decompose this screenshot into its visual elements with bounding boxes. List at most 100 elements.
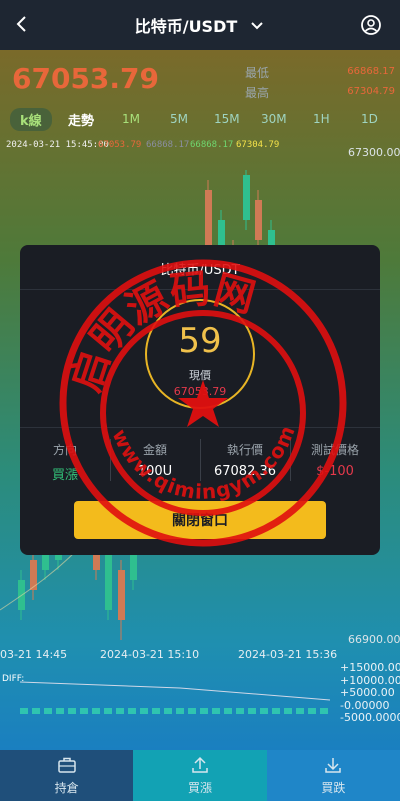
diff-bar [116,708,124,714]
low-value: 66868.17 [347,66,395,77]
interval-30m[interactable]: 30M [261,112,287,126]
macd-panel: DIFF: +15000.00 +10000.00 +5000.00 -0.00… [0,661,400,750]
bottom-nav: 持倉 買漲 買跌 [0,750,400,801]
info-high: 67304.79 [236,140,280,150]
diff-bar [68,708,76,714]
candle-body [255,200,262,240]
diff-bar [104,708,112,714]
candle-body [205,190,212,250]
interval-1h[interactable]: 1H [313,112,330,126]
direction-col: 方向 買漲 [20,441,110,483]
diff-bar [284,708,292,714]
diff-bar [20,708,28,714]
current-price-label: 現價 [189,369,211,382]
nav-positions[interactable]: 持倉 [0,750,134,801]
pair-selector[interactable]: 比特币/USDT [135,13,266,37]
divider [20,427,380,428]
diff-bar [320,708,328,714]
high-label: 最高 [245,86,270,100]
countdown-ring: 59 現價 67053.79 [145,299,255,409]
back-arrow-icon[interactable] [10,12,34,36]
nav-positions-label: 持倉 [54,781,79,795]
x-axis-label-2: 2024-03-21 15:10 [100,648,200,661]
amount-label: 金額 [142,443,167,457]
low-label: 最低 [245,66,270,80]
diff-bar [32,708,40,714]
chart-tabs: k線 走勢 1M 5M 15M 30M 1H 1D [0,106,400,136]
exec-price-col: 執行價 67082.36 [200,441,290,479]
y-axis-top-label: 67300.00 [348,146,400,159]
info-datetime: 2024-03-21 15:45:00 [6,140,109,150]
pair-title: 比特币/USDT [134,17,238,36]
download-icon [325,758,342,773]
diff-bar [44,708,52,714]
info-open: 67053.79 [98,140,142,150]
nav-buy-down[interactable]: 買跌 [266,750,400,801]
x-axis-label-1: 03-21 14:45 [0,648,68,661]
diff-bar [176,708,184,714]
order-result-modal: 比特币/USDT 59 現價 67053.79 方向 買漲 金額 100U 執行… [20,245,380,555]
x-axis-label-3: 2024-03-21 15:36 [238,648,338,661]
diff-bar [152,708,160,714]
diff-bar [248,708,256,714]
amount-value: 100U [137,464,173,479]
nav-buy-down-label: 買跌 [321,781,346,795]
exec-price-label: 執行價 [226,443,263,457]
nav-buy-up-label: 買漲 [187,781,212,795]
diff-bar [272,708,280,714]
divider [20,289,380,290]
diff-bar [92,708,100,714]
test-price-label: 測試價格 [310,443,359,457]
diff-axis-label: +5000.00 [340,686,395,699]
high-value: 67304.79 [347,86,395,97]
diff-bar [164,708,172,714]
exec-price-value: 67082.36 [213,464,277,479]
tab-trend[interactable]: 走勢 [68,110,94,129]
diff-bar [200,708,208,714]
nav-buy-up[interactable]: 買漲 [133,750,267,801]
diff-bar [140,708,148,714]
tab-kline[interactable]: k線 [10,108,52,131]
diff-axis-label: -5000.0000 [340,711,400,724]
candle-body [243,175,250,220]
candle-body [118,570,125,620]
diff-bars [19,681,331,714]
y-axis-bottom-label: 66900.00 [348,633,400,646]
diff-line [19,681,331,701]
current-price-value: 67053.79 [173,385,227,398]
amount-col: 金額 100U [110,441,200,479]
diff-axis: +15000.00 +10000.00 +5000.00 -0.00000 -5… [340,661,400,725]
top-bar: 比特币/USDT [0,0,400,50]
ticker-bar: 67053.79 最低 最高 66868.17 67304.79 [0,50,400,106]
diff-bar [236,708,244,714]
info-close: 66868.17 [146,140,190,150]
diff-bar [212,708,220,714]
briefcase-icon [57,757,76,773]
modal-title: 比特币/USDT [160,263,240,278]
diff-bar [296,708,304,714]
diff-bar [128,708,136,714]
test-price-value: $-100 [316,464,354,479]
interval-1d[interactable]: 1D [361,112,378,126]
diff-bar [188,708,196,714]
diff-bar [224,708,232,714]
interval-5m[interactable]: 5M [170,112,188,126]
interval-15m[interactable]: 15M [214,112,240,126]
diff-bar [56,708,64,714]
countdown-value: 59 [178,321,222,361]
direction-value: 買漲 [51,468,78,483]
close-window-button[interactable]: 關閉窗口 [74,501,326,539]
info-low: 66868.17 [190,140,234,150]
test-price-col: 測試價格 $-100 [290,441,380,479]
diff-axis-label: +15000.00 [340,661,400,674]
candle-body [105,550,112,610]
current-price: 67053.79 [12,62,160,95]
diff-bar [308,708,316,714]
upload-icon [192,756,208,773]
chevron-down-icon [251,22,263,30]
direction-label: 方向 [52,443,77,457]
user-icon[interactable] [360,14,382,36]
diff-bar [80,708,88,714]
diff-bar [260,708,268,714]
interval-1m[interactable]: 1M [122,112,140,126]
